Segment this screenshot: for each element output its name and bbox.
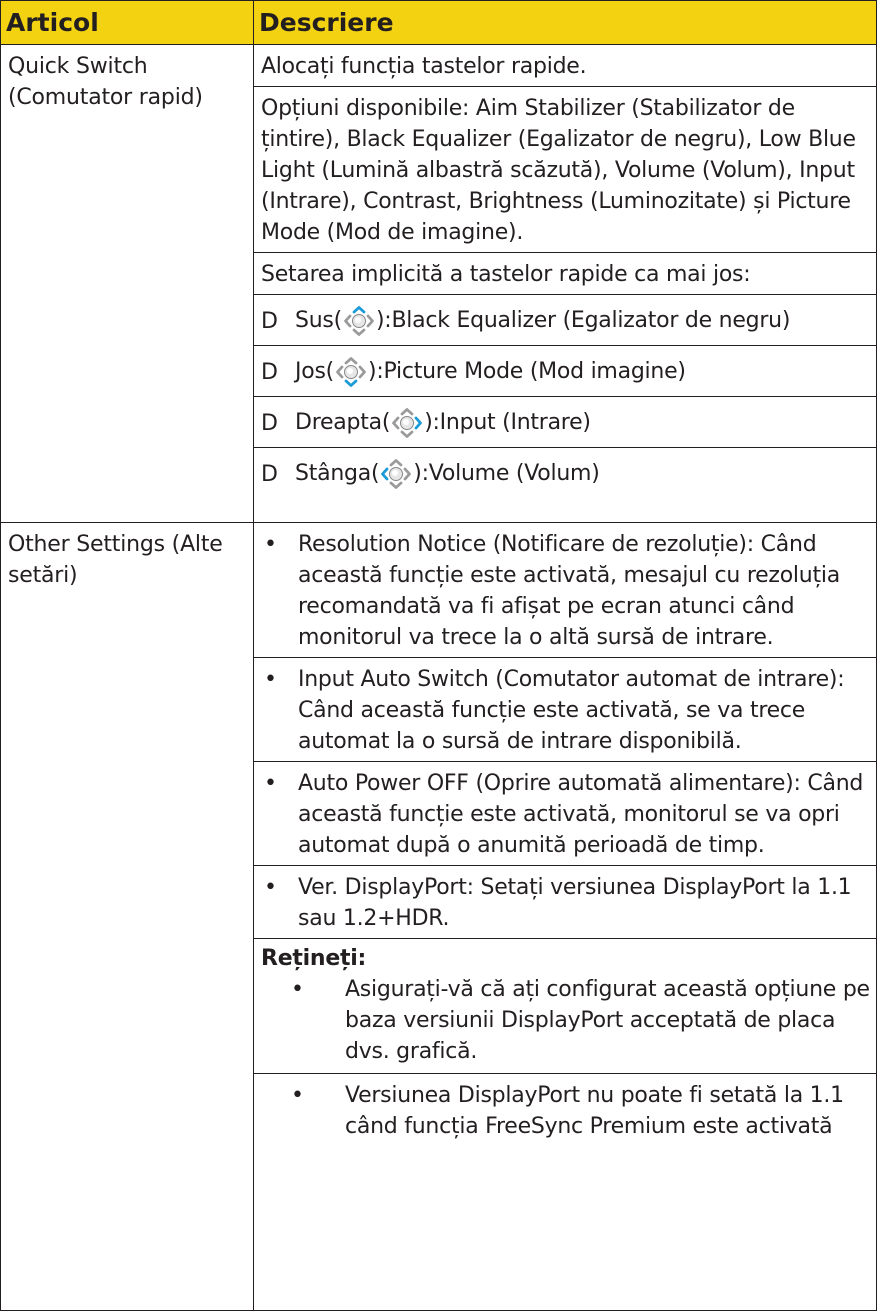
direction-item-down: D Jos( ):Picture Mode (Mod imagine) <box>254 346 876 397</box>
direction-label: Sus( ):Black Equalizer (Egalizator de ne… <box>295 305 790 337</box>
quick-switch-line-2: Opțiuni disponibile: Aim Stabilizer (Sta… <box>254 87 876 253</box>
desc-other-settings: • Resolution Notice (Notificare de rezolu… <box>253 522 877 1311</box>
header-articol: Articol <box>0 0 254 45</box>
table-row-other-settings: Other Settings (Alte setări) • Resolution… <box>0 522 877 1311</box>
joystick-up-icon <box>344 306 374 336</box>
desc-quick-switch: Alocați funcția tastelor rapide. Opțiuni… <box>253 44 877 523</box>
header-descriere: Descriere <box>253 0 877 45</box>
direction-name: Sus( <box>295 308 342 333</box>
setting-bullet-item: • Auto Power OFF (Oprire automată aliment… <box>254 762 876 866</box>
quick-switch-line-1: Alocați funcția tastelor rapide. <box>254 45 876 87</box>
direction-bullet: D <box>261 308 278 334</box>
note-text: Versiunea DisplayPort nu poate fi setată… <box>345 1083 844 1139</box>
bullet-dot: • <box>291 1083 304 1108</box>
setting-bullet-text: Auto Power OFF (Oprire automată alimenta… <box>298 771 864 858</box>
direction-bullet: D <box>261 410 278 436</box>
item-quick-switch: Quick Switch (Comutator rapid) <box>0 44 254 523</box>
direction-item-right: D Dreapta( ):Input (Intrare) <box>254 397 876 448</box>
setting-bullet-item: • Resolution Notice (Notificare de rezolu… <box>254 523 876 658</box>
joystick-right-icon <box>392 408 423 438</box>
note-item: • Versiunea DisplayPort nu poate fi setat… <box>254 1080 876 1142</box>
note-text: Asigurați-vă că ați configurat această o… <box>345 977 870 1064</box>
note-block: Rețineți: • Asigurați-vă că ați configura… <box>254 939 876 1146</box>
settings-table: Articol Descriere Quick Switch (Comutato… <box>0 0 877 1311</box>
direction-value: ):Black Equalizer (Egalizator de negru) <box>375 308 791 333</box>
setting-bullet-item: • Ver. DisplayPort: Setați versiunea Disp… <box>254 866 876 939</box>
table-header-row: Articol Descriere <box>0 0 877 45</box>
direction-name: Jos( <box>295 359 334 384</box>
direction-item-up: D Sus( ):Black Equalizer (Egalizator de … <box>254 295 876 346</box>
quick-switch-line-3: Setarea implicită a tastelor rapide ca m… <box>254 253 876 295</box>
bullet-dot: • <box>264 875 277 900</box>
note-item: • Asigurați-vă că ați configurat această … <box>254 974 876 1074</box>
bullet-dot: • <box>264 667 277 692</box>
bullet-dot: • <box>264 771 277 796</box>
joystick-down-icon <box>336 357 366 387</box>
note-title: Rețineți: <box>261 946 367 971</box>
direction-label: Stânga( ):Volume (Volum) <box>295 458 600 490</box>
direction-value: ):Picture Mode (Mod imagine) <box>368 359 686 384</box>
table-row-quick-switch: Quick Switch (Comutator rapid) Alocați f… <box>0 44 877 523</box>
direction-name: Dreapta( <box>295 410 391 435</box>
direction-bullet: D <box>261 359 278 385</box>
item-other-settings: Other Settings (Alte setări) <box>0 522 254 1311</box>
joystick-left-icon <box>381 459 412 489</box>
direction-label: Dreapta( ):Input (Intrare) <box>295 407 591 439</box>
bullet-dot: • <box>291 977 304 1002</box>
direction-name: Stânga( <box>295 461 380 486</box>
setting-bullet-text: Resolution Notice (Notificare de rezoluț… <box>298 532 840 650</box>
direction-item-left: D Stânga( ):Volume (Volum) <box>254 448 876 498</box>
direction-bullet: D <box>261 461 278 487</box>
setting-bullet-text: Ver. DisplayPort: Setați versiunea Displ… <box>298 875 852 931</box>
bullet-dot: • <box>264 532 277 557</box>
setting-bullet-text: Input Auto Switch (Comutator automat de … <box>298 667 845 754</box>
direction-value: ):Volume (Volum) <box>413 461 600 486</box>
direction-value: ):Input (Intrare) <box>424 410 591 435</box>
direction-label: Jos( ):Picture Mode (Mod imagine) <box>295 356 686 388</box>
setting-bullet-item: • Input Auto Switch (Comutator automat de… <box>254 658 876 762</box>
